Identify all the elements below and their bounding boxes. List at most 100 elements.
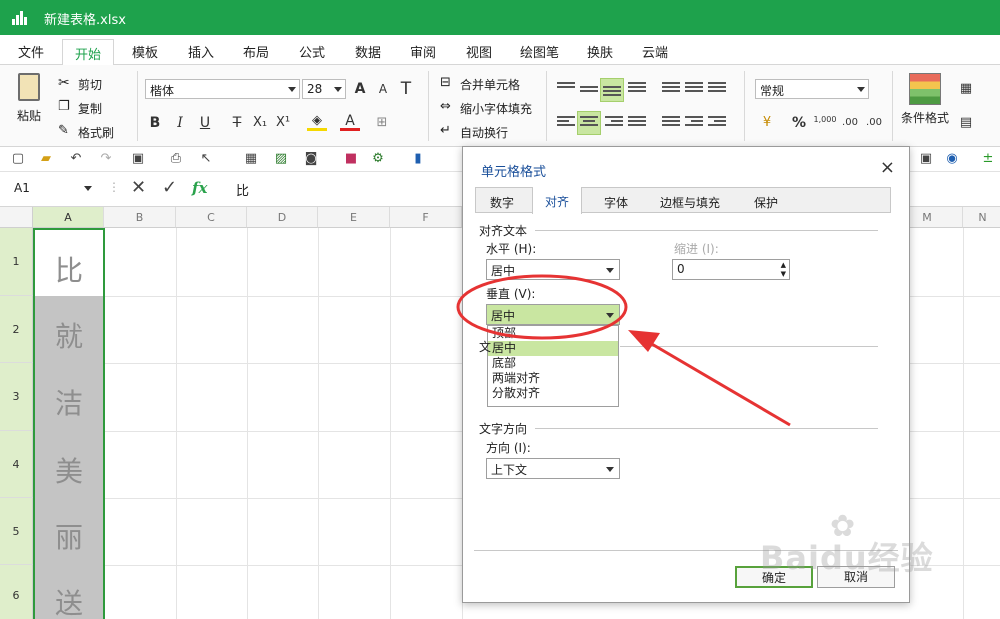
camera-icon[interactable]: ◙	[303, 151, 319, 167]
column-header-a[interactable]: A	[33, 207, 104, 228]
redo-icon[interactable]: ↷	[98, 151, 114, 167]
column-header-d[interactable]: D	[247, 207, 318, 228]
tab-file[interactable]: 文件	[18, 42, 44, 61]
currency-icon[interactable]: ¥	[757, 113, 777, 133]
merge-cells-button[interactable]: 合并单元格	[460, 76, 520, 93]
dialog-tab-alignment[interactable]: 对齐	[532, 187, 583, 214]
dialog-tab-protection[interactable]: 保护	[754, 194, 778, 211]
close-icon[interactable]: ×	[880, 157, 895, 178]
bold-button[interactable]: B	[145, 113, 165, 133]
orientation-icon[interactable]	[685, 82, 703, 96]
font-color-button[interactable]: A	[340, 111, 360, 131]
tab-template[interactable]: 模板	[132, 42, 158, 61]
direction-select[interactable]: 上下文	[486, 458, 620, 479]
table-style-icon[interactable]: ▦	[956, 79, 976, 99]
font-size-select[interactable]: 28	[302, 79, 346, 99]
new-file-icon[interactable]: ▢	[10, 151, 26, 167]
tab-insert[interactable]: 插入	[188, 42, 214, 61]
copy-button[interactable]: 复制	[78, 100, 102, 117]
font-name-select[interactable]: 楷体	[145, 79, 300, 99]
shapes-icon[interactable]: ■	[343, 151, 359, 167]
pointer-icon[interactable]: ↖	[198, 151, 214, 167]
font-grow-button[interactable]: A	[350, 79, 370, 99]
justify-vertical-icon[interactable]	[628, 82, 646, 96]
tab-skin[interactable]: 换肤	[587, 42, 613, 61]
indent-stepper[interactable]: 0 ▲ ▼	[672, 259, 790, 280]
format-painter-button[interactable]: 格式刷	[78, 124, 114, 141]
strikethrough-button[interactable]: T	[227, 113, 247, 133]
tab-home[interactable]: 开始	[62, 39, 115, 66]
fill-color-icon[interactable]: ◈	[307, 111, 327, 131]
tab-view[interactable]: 视图	[466, 42, 492, 61]
cell-a6[interactable]: 送	[34, 582, 104, 619]
formula-input[interactable]: 比	[236, 180, 249, 199]
stepper-up-icon[interactable]: ▲	[781, 261, 786, 269]
column-header-b[interactable]: B	[104, 207, 176, 228]
superscript-button[interactable]: X¹	[273, 113, 293, 133]
align-justify-icon[interactable]	[628, 116, 646, 130]
green-sign-icon[interactable]: ±	[980, 151, 996, 167]
name-box[interactable]: A1	[14, 181, 30, 195]
decrease-decimal-button[interactable]: .00	[864, 113, 884, 133]
italic-button[interactable]: I	[170, 113, 190, 133]
row-header-4[interactable]: 4	[0, 431, 33, 498]
column-header-n[interactable]: N	[963, 207, 1000, 228]
paste-button[interactable]: 粘贴	[12, 71, 48, 131]
row-header-1[interactable]: 1	[0, 228, 33, 296]
align-left-icon[interactable]	[557, 116, 575, 130]
vertical-select[interactable]: 居中	[486, 304, 620, 325]
horizontal-select[interactable]: 居中	[486, 259, 620, 280]
open-folder-icon[interactable]: ▰	[38, 151, 54, 167]
distribute-icon[interactable]	[662, 82, 680, 96]
cancel-icon[interactable]: ✕	[131, 177, 146, 198]
column-header-e[interactable]: E	[318, 207, 390, 228]
cell-a4[interactable]: 美	[34, 450, 104, 490]
print-icon[interactable]: ⎙	[168, 151, 184, 167]
border-icon[interactable]: ⊞	[372, 113, 392, 133]
vertical-option-distributed[interactable]: 分散对齐	[488, 386, 618, 401]
wrap-text-button[interactable]: 自动换行	[460, 124, 508, 141]
table-icon[interactable]: ▦	[243, 151, 259, 167]
row-header-5[interactable]: 5	[0, 498, 33, 565]
tab-data[interactable]: 数据	[355, 42, 381, 61]
dialog-tab-number[interactable]: 数字	[490, 194, 514, 211]
number-format-select[interactable]: 常规	[755, 79, 869, 99]
toolbar-more-icon[interactable]: ▣	[918, 151, 934, 167]
align-right-icon[interactable]	[605, 116, 623, 130]
name-box-dropdown-icon[interactable]	[84, 186, 92, 191]
dialog-tab-font[interactable]: 字体	[604, 194, 628, 211]
cell-a3[interactable]: 洁	[34, 382, 104, 422]
cell-a2[interactable]: 就	[34, 315, 104, 355]
text-box-icon[interactable]	[708, 82, 726, 96]
vertical-option-top[interactable]: 顶部	[488, 326, 618, 341]
increase-decimal-button[interactable]: .00	[840, 113, 860, 133]
row-header-3[interactable]: 3	[0, 363, 33, 431]
tab-formula[interactable]: 公式	[299, 42, 325, 61]
tab-pen[interactable]: 绘图笔	[520, 42, 559, 61]
stepper-down-icon[interactable]: ▼	[781, 270, 786, 278]
vertical-option-center[interactable]: 居中	[488, 341, 618, 356]
tab-layout[interactable]: 布局	[243, 42, 269, 61]
percent-button[interactable]: %	[789, 113, 809, 133]
tab-cloud[interactable]: 云端	[642, 42, 668, 61]
vertical-option-justify[interactable]: 两端对齐	[488, 371, 618, 386]
subscript-button[interactable]: X₁	[250, 113, 270, 133]
align-top-icon[interactable]	[557, 82, 575, 96]
confirm-icon[interactable]: ✓	[162, 177, 177, 198]
cut-button[interactable]: 剪切	[78, 76, 102, 93]
distributed-align-icon[interactable]	[662, 116, 680, 130]
row-header-2[interactable]: 2	[0, 296, 33, 363]
underline-button[interactable]: U	[195, 113, 215, 133]
conditional-format-button[interactable]: 条件格式	[901, 109, 949, 126]
smartart-icon[interactable]: ⚙	[370, 151, 386, 167]
dialog-tab-border-fill[interactable]: 边框与填充	[660, 194, 720, 211]
cell-style-icon[interactable]: ▤	[956, 113, 976, 133]
chart-icon[interactable]: ▮	[410, 151, 426, 167]
row-header-6[interactable]: 6	[0, 565, 33, 619]
image-icon[interactable]: ▨	[273, 151, 289, 167]
cell-a5[interactable]: 丽	[34, 516, 104, 556]
increase-indent-icon[interactable]	[708, 116, 726, 130]
screen-icon[interactable]: ◉	[944, 151, 960, 167]
undo-icon[interactable]: ↶	[68, 151, 84, 167]
thousands-button[interactable]: 1,000	[812, 113, 838, 133]
